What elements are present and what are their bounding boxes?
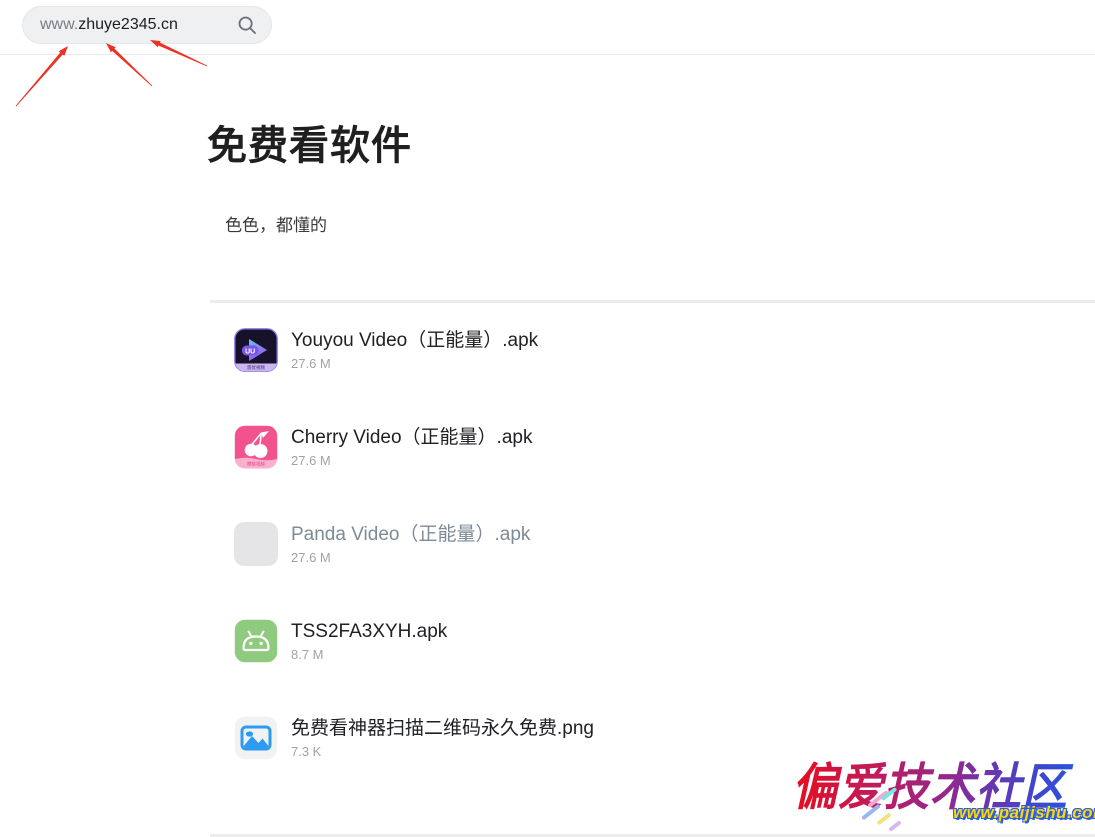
file-name[interactable]: Cherry Video（正能量）.apk — [291, 426, 532, 449]
cherry-video-app-icon: 樱桃视频 — [234, 425, 278, 469]
svg-text:樱桃视频: 樱桃视频 — [247, 461, 265, 468]
search-value-prefix: www. — [40, 16, 78, 34]
file-row[interactable]: 免费看神器扫描二维码永久免费.png 7.3 K — [234, 716, 1095, 760]
file-info: Panda Video（正能量）.apk 27.6 M — [291, 522, 530, 565]
file-size: 27.6 M — [291, 356, 538, 371]
image-placeholder-icon — [234, 522, 278, 566]
file-row[interactable]: UU 悠优视频 Youyou Video（正能量）.apk 27.6 M — [234, 328, 1095, 372]
file-name[interactable]: TSS2FA3XYH.apk — [291, 620, 447, 643]
page-subtitle: 色色，都懂的 — [225, 211, 1095, 236]
search-input[interactable]: www.zhuye2345.cn — [22, 6, 272, 44]
file-size: 7.3 K — [291, 744, 594, 759]
file-info: Youyou Video（正能量）.apk 27.6 M — [291, 328, 538, 371]
search-value-domain: zhuye2345.cn — [78, 16, 178, 34]
svg-text:悠优视频: 悠优视频 — [247, 364, 265, 371]
file-size: 27.6 M — [291, 453, 532, 468]
file-name[interactable]: Youyou Video（正能量）.apk — [291, 329, 538, 352]
file-row[interactable]: TSS2FA3XYH.apk 8.7 M — [234, 619, 1095, 663]
file-row[interactable]: 樱桃视频 Cherry Video（正能量）.apk 27.6 M — [234, 425, 1095, 469]
image-file-icon — [234, 716, 278, 760]
top-bar: www.zhuye2345.cn — [0, 0, 1095, 55]
main-content: 免费看软件 色色，都懂的 UU — [207, 55, 1095, 813]
file-list: UU 悠优视频 Youyou Video（正能量）.apk 27.6 M — [234, 328, 1095, 760]
youyou-video-app-icon: UU 悠优视频 — [234, 328, 278, 372]
svg-text:UU: UU — [245, 348, 255, 355]
file-name[interactable]: Panda Video（正能量）.apk — [291, 523, 530, 546]
file-size: 8.7 M — [291, 647, 447, 662]
file-info: 免费看神器扫描二维码永久免费.png 7.3 K — [291, 716, 594, 759]
file-size: 27.6 M — [291, 550, 530, 565]
file-info: TSS2FA3XYH.apk 8.7 M — [291, 619, 447, 662]
list-top-divider — [210, 300, 1095, 303]
file-row[interactable]: Panda Video（正能量）.apk 27.6 M — [234, 522, 1095, 566]
page-title: 免费看软件 — [207, 122, 1095, 170]
watermark-streak-icon — [876, 812, 891, 825]
file-info: Cherry Video（正能量）.apk 27.6 M — [291, 425, 532, 468]
search-icon[interactable] — [237, 15, 257, 35]
watermark-streak-icon — [888, 820, 901, 832]
android-apk-icon — [234, 619, 278, 663]
file-name[interactable]: 免费看神器扫描二维码永久免费.png — [291, 717, 594, 740]
